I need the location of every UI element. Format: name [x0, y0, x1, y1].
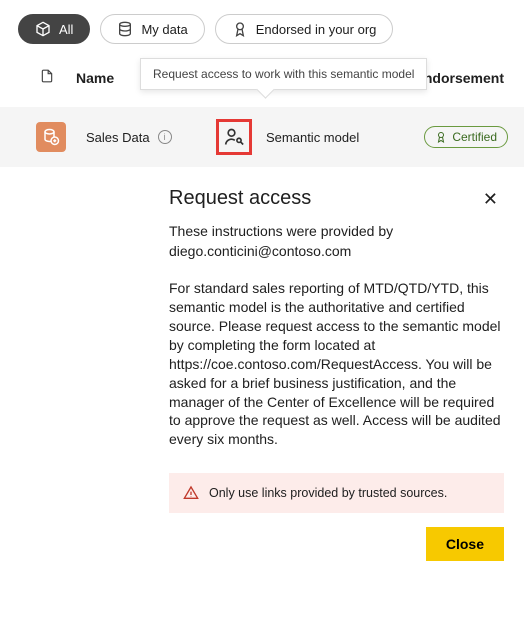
- row-name-text: Sales Data: [86, 130, 150, 145]
- document-icon: [40, 68, 54, 84]
- tooltip-text: Request access to work with this semanti…: [153, 67, 414, 81]
- columns-header: Name Endorsement Request access to work …: [0, 52, 524, 107]
- dialog-title: Request access: [169, 187, 311, 210]
- warning-banner: Only use links provided by trusted sourc…: [169, 473, 504, 513]
- dialog-body: For standard sales reporting of MTD/QTD/…: [169, 279, 504, 449]
- filter-endorsed[interactable]: Endorsed in your org: [215, 14, 394, 44]
- filter-endorsed-label: Endorsed in your org: [256, 22, 377, 37]
- request-access-button[interactable]: [216, 119, 252, 155]
- filter-all[interactable]: All: [18, 14, 90, 44]
- row-name-cell: Sales Data i: [86, 130, 216, 145]
- column-endorsement[interactable]: Endorsement: [415, 70, 514, 86]
- request-access-tooltip: Request access to work with this semanti…: [140, 58, 427, 90]
- filter-all-label: All: [59, 22, 73, 37]
- filter-bar: All My data Endorsed in your org: [0, 0, 524, 52]
- request-access-dialog: Request access ✕ These instructions were…: [169, 183, 514, 575]
- certified-badge: Certified: [424, 126, 508, 148]
- person-key-icon: [224, 127, 244, 147]
- database-icon: [117, 21, 133, 37]
- ribbon-icon: [232, 21, 248, 37]
- badge-text: Certified: [452, 130, 497, 144]
- close-icon[interactable]: ✕: [477, 187, 504, 212]
- dataset-icon: [36, 122, 66, 152]
- warning-icon: [183, 485, 199, 501]
- table-row[interactable]: Sales Data i Semantic model Certified: [0, 107, 524, 167]
- close-button[interactable]: Close: [426, 527, 504, 561]
- dialog-intro: These instructions were provided by dieg…: [169, 222, 504, 261]
- cube-icon: [35, 21, 51, 37]
- warning-text: Only use links provided by trusted sourc…: [209, 486, 447, 500]
- info-icon[interactable]: i: [158, 130, 172, 144]
- filter-mydata[interactable]: My data: [100, 14, 204, 44]
- column-icon-placeholder: [40, 68, 76, 87]
- filter-mydata-label: My data: [141, 22, 187, 37]
- row-type-text: Semantic model: [266, 130, 386, 145]
- award-icon: [435, 131, 447, 143]
